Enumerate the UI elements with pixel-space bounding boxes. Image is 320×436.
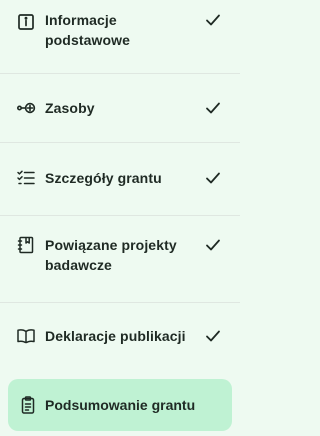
step-powiazane-projekty-badawcze[interactable]: Powiązane projekty badawcze bbox=[0, 216, 240, 300]
step-label: Deklaracje publikacji bbox=[45, 328, 186, 344]
step-informacje-podstawowe[interactable]: Informacje podstawowe bbox=[0, 0, 240, 66]
step-label: Szczegóły grantu bbox=[45, 170, 162, 186]
notebook-icon bbox=[16, 235, 36, 255]
grant-wizard-sidebar: Informacje podstawowe Zasoby Szczegóły g… bbox=[0, 0, 240, 436]
check-icon bbox=[204, 236, 222, 254]
step-deklaracje-publikacji[interactable]: Deklaracje publikacji bbox=[0, 303, 240, 369]
check-icon bbox=[204, 99, 222, 117]
step-label: Powiązane projekty badawcze bbox=[45, 237, 177, 273]
check-icon bbox=[204, 327, 222, 345]
book-icon bbox=[16, 326, 36, 346]
clipboard-icon bbox=[18, 395, 38, 415]
step-label: Informacje podstawowe bbox=[45, 12, 131, 48]
step-label: Podsumowanie grantu bbox=[45, 397, 196, 413]
check-icon bbox=[204, 11, 222, 29]
step-zasoby[interactable]: Zasoby bbox=[0, 74, 240, 140]
step-label: Zasoby bbox=[45, 100, 95, 116]
checklist-icon bbox=[16, 168, 36, 188]
step-podsumowanie-grantu[interactable]: Podsumowanie grantu bbox=[8, 379, 232, 431]
step-szczegoly-grantu[interactable]: Szczegóły grantu bbox=[0, 143, 240, 213]
resources-icon bbox=[16, 98, 36, 118]
info-icon bbox=[16, 12, 36, 32]
check-icon bbox=[204, 169, 222, 187]
